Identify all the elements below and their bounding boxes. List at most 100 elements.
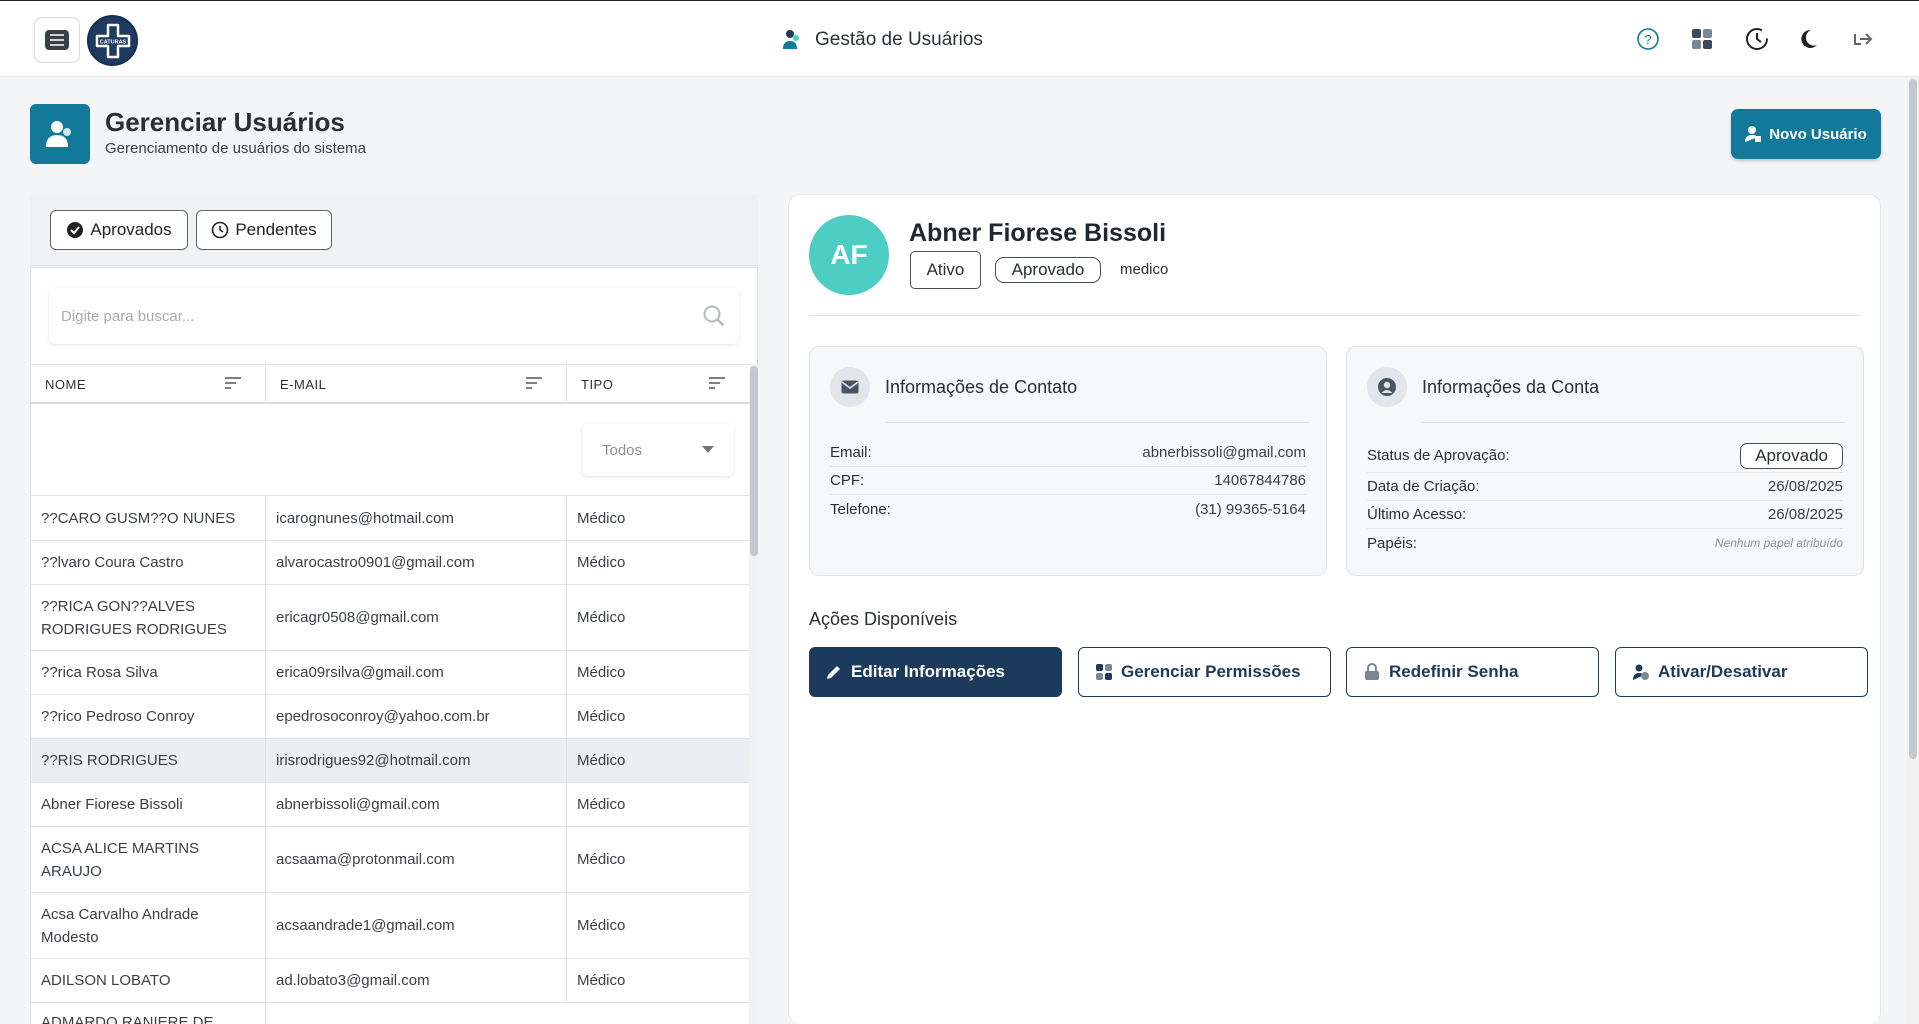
cell-name: ??rico Pedroso Conroy: [31, 695, 266, 738]
cell-name: ??RIS RODRIGUES: [31, 739, 266, 782]
cell-email: epedrosoconroy@yahoo.com.br: [266, 695, 567, 738]
menu-toggle-button[interactable]: [34, 17, 80, 63]
apps-grid-icon[interactable]: [1688, 25, 1716, 53]
users-table: NOME E-MAIL TIPO Todos ??CARO GUSM??O NU…: [30, 267, 759, 1024]
sort-icon[interactable]: [225, 377, 241, 389]
tab-approved[interactable]: Aprovados: [50, 210, 188, 250]
page-scrollbar-thumb[interactable]: [1909, 79, 1917, 759]
app-logo[interactable]: CATURAS: [87, 15, 138, 66]
table-row[interactable]: ??rico Pedroso Conroy epedrosoconroy@yah…: [31, 695, 749, 739]
sort-icon[interactable]: [709, 377, 725, 389]
cell-name: ??rica Rosa Silva: [31, 651, 266, 694]
sort-icon[interactable]: [526, 377, 542, 389]
account-info-title: Informações da Conta: [1422, 377, 1600, 397]
reset-password-button[interactable]: Redefinir Senha: [1346, 647, 1599, 697]
page-users-icon: [30, 104, 90, 164]
lock-icon: [1365, 663, 1379, 680]
history-icon[interactable]: [1743, 25, 1771, 53]
dark-mode-icon[interactable]: [1794, 25, 1822, 53]
search-box: [49, 288, 739, 344]
approval-status-row: Status de Aprovação: Aprovado: [1367, 439, 1843, 473]
table-row[interactable]: Abner Fiorese Bissoli abnerbissoli@gmail…: [31, 783, 749, 827]
cell-type: Médico: [577, 796, 626, 813]
cell-email: icarognunes@hotmail.com: [266, 497, 567, 540]
top-bar: CATURAS Gestão de Usuários ?: [0, 0, 1919, 77]
cell-type: Médico: [577, 851, 626, 868]
envelope-icon: [830, 367, 870, 407]
email-value: abnerbissoli@gmail.com: [1142, 444, 1306, 461]
user-name: Abner Fiorese Bissoli: [909, 219, 1167, 247]
contact-info-title: Informações de Contato: [885, 377, 1078, 397]
email-row: Email: abnerbissoli@gmail.com: [830, 439, 1306, 467]
cell-name: ADMARDO RANIERE DE ASSIS: [31, 1003, 266, 1024]
table-row[interactable]: ??RIS RODRIGUES irisrodrigues92@hotmail.…: [31, 739, 749, 783]
cpf-label: CPF:: [830, 472, 865, 489]
table-scrollbar-thumb[interactable]: [750, 366, 758, 556]
cell-name: ??lvaro Coura Castro: [31, 541, 266, 584]
manage-permissions-button[interactable]: Gerenciar Permissões: [1078, 647, 1331, 697]
column-header-email[interactable]: E-MAIL: [266, 365, 567, 403]
table-row[interactable]: ??lvaro Coura Castro alvarocastro0901@gm…: [31, 541, 749, 585]
column-header-name[interactable]: NOME: [31, 365, 266, 403]
clock-icon: [212, 221, 229, 239]
table-row[interactable]: ??rica Rosa Silva erica09rsilva@gmail.co…: [31, 651, 749, 695]
last-access-label: Último Acesso:: [1367, 506, 1467, 523]
table-row[interactable]: ACSA ALICE MARTINS ARAUJO acsaama@proton…: [31, 827, 749, 893]
tab-approved-label: Aprovados: [90, 220, 172, 239]
divider: [809, 315, 1861, 316]
new-user-button[interactable]: Novo Usuário: [1731, 109, 1881, 159]
divider: [885, 422, 1309, 423]
cell-type: Médico: [577, 972, 626, 989]
logout-icon[interactable]: [1848, 25, 1876, 53]
type-filter-select[interactable]: Todos: [582, 424, 734, 476]
toggle-active-label: Ativar/Desativar: [1658, 662, 1788, 681]
cell-email: acsaama@protonmail.com: [266, 827, 567, 892]
divider: [1422, 422, 1846, 423]
help-icon[interactable]: ?: [1634, 25, 1662, 53]
cell-email: ericagr0508@gmail.com: [266, 585, 567, 650]
cpf-row: CPF: 14067844786: [830, 467, 1306, 495]
reset-password-label: Redefinir Senha: [1389, 662, 1519, 681]
svg-text:CATURAS: CATURAS: [99, 39, 126, 45]
app-title-text: Gestão de Usuários: [815, 29, 983, 50]
cell-type: Médico: [577, 708, 626, 725]
table-header: NOME E-MAIL TIPO: [31, 364, 749, 404]
user-status-tabs: Aprovados Pendentes: [30, 194, 758, 266]
pencil-icon: [827, 666, 840, 679]
column-header-label: E-MAIL: [280, 376, 327, 392]
cell-email: erica09rsilva@gmail.com: [266, 651, 567, 694]
phone-label: Telefone:: [830, 500, 891, 518]
check-circle-icon: [67, 222, 84, 238]
toggle-active-button[interactable]: Ativar/Desativar: [1615, 647, 1868, 697]
roles-value: Nenhum papel atribuído: [1714, 536, 1843, 550]
created-label: Data de Criação:: [1367, 478, 1480, 495]
email-label: Email:: [830, 444, 872, 461]
manage-permissions-label: Gerenciar Permissões: [1121, 662, 1301, 681]
cell-name: Acsa Carvalho Andrade Modesto: [31, 893, 266, 958]
created-value: 26/08/2025: [1767, 478, 1843, 495]
search-icon[interactable]: [701, 303, 727, 329]
search-input[interactable]: [61, 307, 701, 325]
add-user-icon: [1745, 126, 1762, 142]
user-detail-card: AF Abner Fiorese Bissoli Ativo Aprovado …: [788, 194, 1881, 1024]
contact-info-section: Informações de Contato Email: abnerbisso…: [809, 346, 1327, 576]
cell-type: Médico: [577, 510, 626, 527]
roles-label: Papéis:: [1367, 534, 1418, 552]
page-subtitle: Gerenciamento de usuários do sistema: [105, 140, 366, 157]
users-icon: [783, 30, 799, 49]
phone-value: (31) 99365-5164: [1195, 500, 1306, 518]
table-row[interactable]: ADMARDO RANIERE DE ASSIS: [31, 1003, 749, 1024]
table-row[interactable]: ??CARO GUSM??O NUNES icarognunes@hotmail…: [31, 497, 749, 541]
table-row[interactable]: ??RICA GON??ALVES RODRIGUES RODRIGUES er…: [31, 585, 749, 651]
table-row[interactable]: Acsa Carvalho Andrade Modesto acsaandrad…: [31, 893, 749, 959]
avatar: AF: [809, 215, 889, 295]
phone-row: Telefone: (31) 99365-5164: [830, 495, 1306, 523]
table-row[interactable]: ADILSON LOBATO ad.lobato3@gmail.com Médi…: [31, 959, 749, 1003]
approval-status-badge: Aprovado: [1740, 442, 1843, 469]
tab-pending[interactable]: Pendentes: [196, 210, 332, 250]
column-header-type[interactable]: TIPO: [567, 365, 749, 403]
edit-info-button[interactable]: Editar Informações: [809, 647, 1062, 697]
cell-email: ad.lobato3@gmail.com: [266, 959, 567, 1002]
permissions-grid-icon: [1096, 664, 1112, 680]
type-filter-value: Todos: [602, 441, 643, 459]
